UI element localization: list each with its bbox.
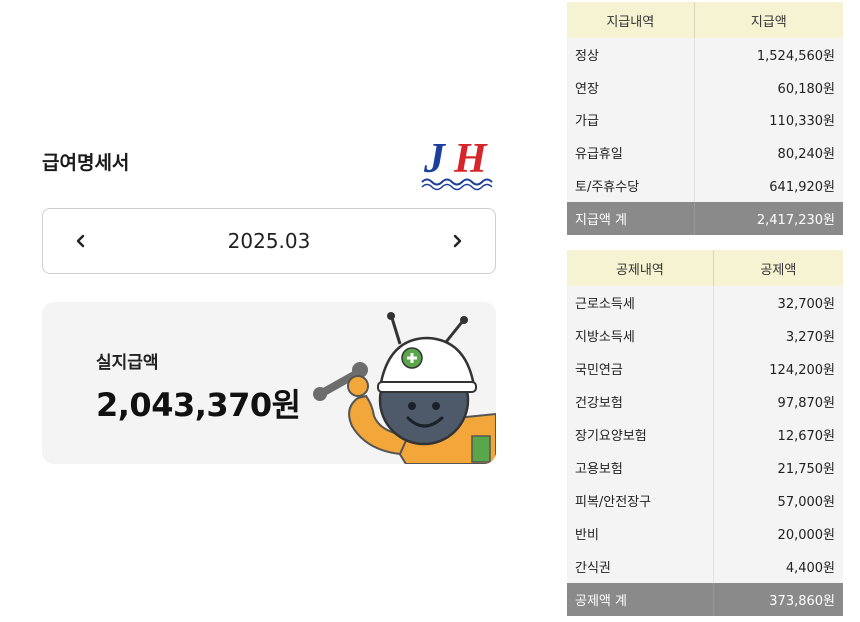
deduction-item: 지방소득세 (567, 319, 714, 352)
table-row: 반비 20,000원 (567, 517, 843, 550)
deduction-amount: 124,200원 (713, 352, 843, 385)
next-month-button[interactable] (427, 209, 487, 273)
table-row: 토/주휴수당 641,920원 (567, 169, 843, 202)
net-pay-label: 실지급액 (96, 353, 159, 373)
net-pay-card: 실지급액 2,043,370원 (42, 302, 496, 464)
earning-item: 연장 (567, 70, 695, 104)
table-row: 국민연금 124,200원 (567, 352, 843, 385)
earnings-total-amount: 2,417,230원 (694, 201, 843, 235)
table-row: 근로소득세 32,700원 (567, 286, 843, 319)
table-row: 연장 60,180원 (567, 70, 843, 104)
table-row: 피복/안전장구 57,000원 (567, 484, 843, 517)
deduction-item: 근로소득세 (567, 286, 714, 319)
deduction-item: 간식권 (567, 550, 714, 583)
earning-amount: 60,180원 (694, 70, 843, 104)
page-title: 급여명세서 (42, 152, 130, 174)
svg-text:H: H (453, 136, 488, 182)
table-row: 건강보험 97,870원 (567, 385, 843, 418)
deduction-amount: 20,000원 (713, 517, 843, 550)
net-pay-value: 2,043,370원 (96, 386, 301, 424)
earning-amount: 110,330원 (694, 103, 843, 137)
deduction-item: 반비 (567, 517, 714, 550)
earning-amount: 1,524,560원 (694, 38, 843, 71)
deduction-amount: 3,270원 (713, 319, 843, 352)
chevron-right-icon (453, 234, 462, 248)
earnings-total-label: 지급액 계 (567, 201, 695, 235)
earning-item: 정상 (567, 38, 695, 71)
deduction-item: 장기요양보험 (567, 418, 714, 451)
table-row: 유급휴일 80,240원 (567, 136, 843, 170)
deductions-table: 공제내역 공제액 근로소득세 32,700원 지방소득세 3,270원 국민연금… (567, 250, 843, 616)
deduction-amount: 97,870원 (713, 385, 843, 418)
table-row: 고용보험 21,750원 (567, 451, 843, 484)
svg-text:J: J (423, 136, 447, 182)
earnings-table: 지급내역 지급액 정상 1,524,560원 연장 60,180원 가급 110… (567, 2, 843, 235)
table-row: 장기요양보험 12,670원 (567, 418, 843, 451)
deduction-item: 피복/안전장구 (567, 484, 714, 517)
earnings-header-item: 지급내역 (567, 2, 695, 38)
table-row: 가급 110,330원 (567, 103, 843, 137)
deduction-amount: 32,700원 (713, 286, 843, 319)
deduction-amount: 21,750원 (713, 451, 843, 484)
deductions-total-amount: 373,860원 (713, 583, 843, 616)
company-logo: J H (421, 136, 493, 191)
deductions-header-amount: 공제액 (713, 250, 843, 286)
deduction-amount: 12,670원 (713, 418, 843, 451)
table-row: 정상 1,524,560원 (567, 38, 843, 71)
earning-item: 유급휴일 (567, 136, 695, 170)
deduction-item: 국민연금 (567, 352, 714, 385)
deduction-amount: 57,000원 (713, 484, 843, 517)
deductions-total-row: 공제액 계 373,860원 (567, 583, 843, 616)
deductions-total-label: 공제액 계 (567, 583, 714, 616)
table-row: 지방소득세 3,270원 (567, 319, 843, 352)
earnings-header-amount: 지급액 (694, 2, 843, 38)
deduction-amount: 4,400원 (713, 550, 843, 583)
earning-amount: 80,240원 (694, 136, 843, 170)
deduction-item: 고용보험 (567, 451, 714, 484)
month-selector: 2025.03 (42, 208, 496, 274)
deduction-item: 건강보험 (567, 385, 714, 418)
deductions-header-item: 공제내역 (567, 250, 714, 286)
table-row: 간식권 4,400원 (567, 550, 843, 583)
earnings-total-row: 지급액 계 2,417,230원 (567, 201, 843, 235)
earning-amount: 641,920원 (694, 169, 843, 202)
mascot-worker-illustration (313, 312, 496, 464)
earning-item: 토/주휴수당 (567, 169, 695, 202)
earning-item: 가급 (567, 103, 695, 137)
